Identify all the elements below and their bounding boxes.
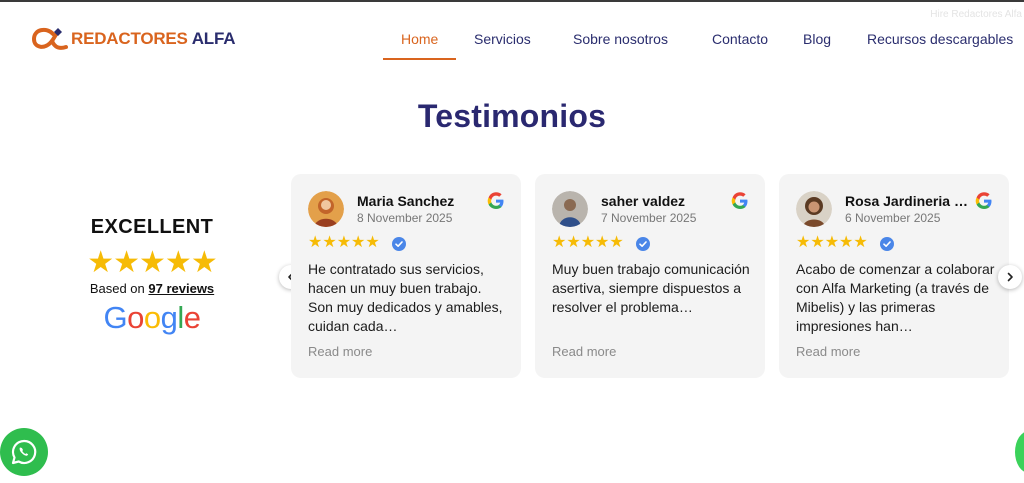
nav-item-sobre-nosotros[interactable]: Sobre nosotros [573, 31, 668, 47]
summary-stars-icon: ★★★★★ [87, 246, 217, 279]
review-date: 6 November 2025 [845, 211, 941, 225]
whatsapp-button[interactable] [0, 428, 48, 476]
verified-badge-icon [392, 237, 406, 251]
section-title: Testimonios [417, 98, 607, 134]
review-text: Muy buen trabajo comunicación asertiva, … [552, 261, 750, 315]
review-text: He contratado sus servicios, hacen un mu… [308, 261, 503, 334]
reviewer-name: saher valdez [601, 193, 686, 209]
review-stars-icon: ★★★★★ [552, 234, 624, 251]
review-text: Acabo de comenzar a colaborar con Alfa M… [796, 261, 995, 334]
read-more-link[interactable]: Read more [308, 344, 372, 359]
nav-item-home[interactable]: Home [401, 31, 438, 47]
review-stars-icon: ★★★★★ [308, 234, 380, 251]
based-on-label: Based on [89, 281, 145, 296]
review-card: Maria Sanchez 8 November 2025 ★★★★★ He c… [291, 174, 521, 378]
chevron-right-icon [1007, 272, 1013, 282]
nav-item-blog[interactable]: Blog [803, 31, 831, 47]
review-date: 8 November 2025 [357, 211, 453, 225]
main-nav: Home Servicios Sobre nosotros Contacto B… [0, 31, 1024, 51]
floating-action-button-edge[interactable] [1015, 431, 1024, 473]
review-stars-icon: ★★★★★ [796, 234, 868, 251]
reviewer-avatar [552, 191, 588, 227]
reviewer-name: Rosa Jardineria … [845, 193, 968, 209]
google-g-icon [731, 192, 748, 209]
reviewer-name: Maria Sanchez [357, 193, 455, 209]
verified-badge-icon [880, 237, 894, 251]
review-card: saher valdez 7 November 2025 ★★★★★ Muy b… [535, 174, 765, 378]
reviewer-avatar [308, 191, 344, 227]
nav-item-contacto[interactable]: Contacto [712, 31, 768, 47]
reviewer-avatar [796, 191, 832, 227]
google-g-icon [487, 192, 504, 209]
read-more-link[interactable]: Read more [796, 344, 860, 359]
review-card: Rosa Jardineria … 6 November 2025 ★★★★★ … [779, 174, 1009, 378]
top-border [0, 0, 1024, 2]
nav-item-recursos-descargables[interactable]: Recursos descargables [867, 31, 1013, 47]
review-date: 7 November 2025 [601, 211, 697, 225]
google-logo: Google [103, 300, 201, 335]
rating-summary: EXCELLENT ★★★★★ Based on 97 reviews Goog… [60, 216, 244, 335]
based-on-text: Based on 97 reviews [60, 281, 244, 296]
nav-item-servicios[interactable]: Servicios [474, 31, 531, 47]
carousel-next-button[interactable] [998, 265, 1022, 289]
rating-label: EXCELLENT [90, 216, 214, 238]
whatsapp-icon [11, 439, 37, 465]
corner-text: Hire Redactores Alfa [930, 9, 1022, 20]
nav-active-indicator [383, 58, 456, 60]
reviews-count-link[interactable]: 97 reviews [148, 281, 214, 296]
read-more-link[interactable]: Read more [552, 344, 616, 359]
google-g-icon [975, 192, 992, 209]
verified-badge-icon [636, 237, 650, 251]
